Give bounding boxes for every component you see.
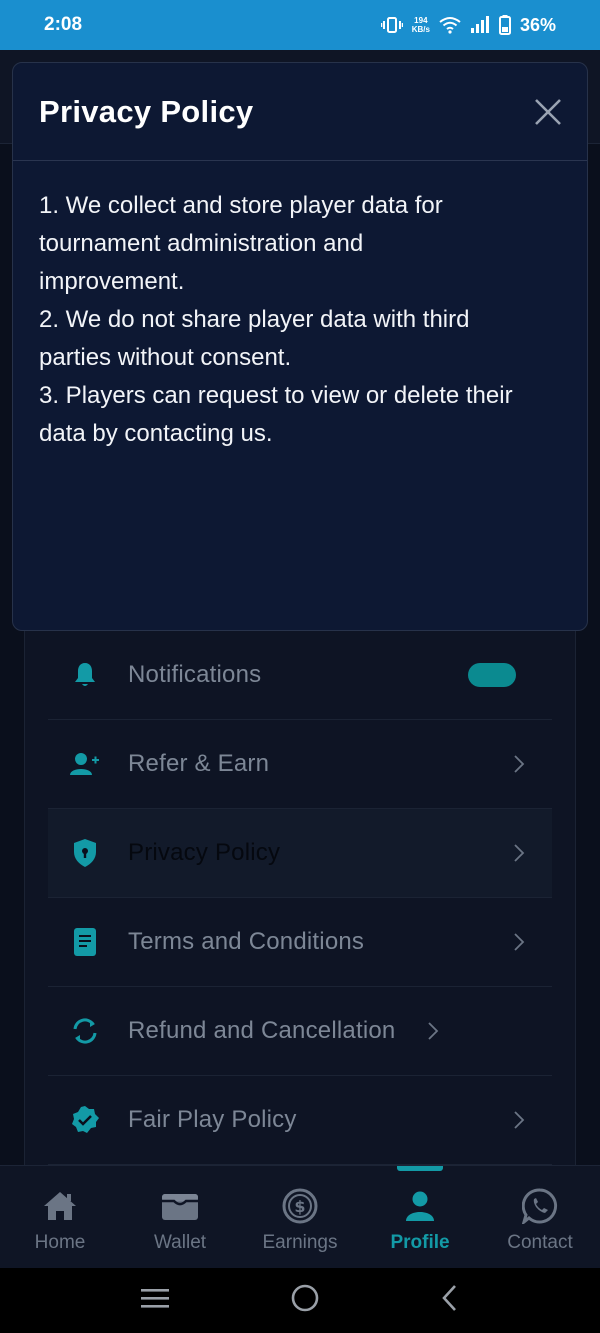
- nav-home[interactable]: Home: [0, 1166, 120, 1268]
- document-icon: [70, 927, 100, 957]
- settings-item-label: Terms and Conditions: [128, 928, 365, 955]
- settings-item-refer-earn[interactable]: Refer & Earn: [48, 720, 552, 809]
- policy-text-line: tournament administration and: [39, 230, 364, 257]
- close-icon: [535, 99, 561, 125]
- battery-percent: 36%: [519, 14, 556, 35]
- nav-label: Earnings: [262, 1232, 338, 1253]
- recent-apps-icon[interactable]: [140, 1286, 170, 1315]
- status-time: 2:08: [44, 14, 83, 35]
- active-indicator: [397, 1166, 443, 1171]
- settings-item-label: Notifications: [128, 661, 262, 688]
- bell-icon: [70, 660, 100, 690]
- network-speed: 194 KB/s: [412, 16, 430, 34]
- status-bar: 2:08 194 KB/s 36%: [0, 0, 600, 50]
- policy-text-line: 3. Players can request to view or delete…: [39, 382, 513, 409]
- policy-text-line: improvement.: [39, 268, 185, 295]
- shield-icon: [70, 838, 100, 868]
- status-icons: 194 KB/s 36%: [380, 14, 556, 36]
- nav-contact[interactable]: Contact: [480, 1166, 600, 1268]
- modal-header: Privacy Policy: [13, 63, 587, 161]
- modal-title: Privacy Policy: [39, 93, 254, 129]
- add-user-icon: [70, 749, 100, 779]
- nav-wallet[interactable]: Wallet: [120, 1166, 240, 1268]
- policy-text-line: data by contacting us.: [39, 420, 273, 447]
- home-circle-icon[interactable]: [290, 1283, 320, 1318]
- settings-item-label: Privacy Policy: [128, 839, 281, 866]
- settings-item-notifications[interactable]: Notifications: [48, 631, 552, 720]
- settings-item-terms[interactable]: Terms and Conditions: [48, 898, 552, 987]
- nav-profile[interactable]: Profile: [360, 1166, 480, 1268]
- chevron-right-icon: [512, 843, 526, 863]
- network-speed-value: 194: [414, 16, 428, 25]
- whatsapp-icon: [520, 1186, 560, 1226]
- modal-body: 1. We collect and store player data for …: [13, 161, 587, 453]
- notifications-toggle[interactable]: [468, 663, 516, 687]
- vibrate-icon: [380, 16, 403, 34]
- chevron-right-icon: [426, 1021, 440, 1041]
- home-icon: [40, 1186, 80, 1226]
- user-icon: [400, 1186, 440, 1226]
- wallet-icon: [160, 1186, 200, 1226]
- verified-badge-icon: [70, 1105, 100, 1135]
- policy-text-line: parties without consent.: [39, 344, 292, 371]
- chevron-right-icon: [512, 1110, 526, 1130]
- dollar-coin-icon: $: [280, 1186, 320, 1226]
- chevron-right-icon: [512, 754, 526, 774]
- settings-item-refund[interactable]: Refund and Cancellation: [48, 987, 552, 1076]
- nav-earnings[interactable]: $ Earnings: [240, 1166, 360, 1268]
- wifi-icon: [439, 16, 461, 34]
- nav-label: Contact: [507, 1232, 573, 1253]
- nav-label: Home: [34, 1232, 86, 1253]
- battery-icon: [498, 15, 511, 35]
- nav-label: Wallet: [153, 1232, 207, 1253]
- settings-item-label: Fair Play Policy: [128, 1106, 297, 1133]
- network-speed-unit: KB/s: [411, 25, 430, 34]
- signal-icon: [470, 16, 490, 34]
- settings-item-label: Refer & Earn: [128, 750, 270, 777]
- settings-list: Notifications Refer & Earn Privacy Polic…: [48, 631, 552, 1165]
- nav-label: Profile: [390, 1232, 450, 1253]
- settings-item-fair-play[interactable]: Fair Play Policy: [48, 1076, 552, 1165]
- settings-item-label: Refund and Cancellation: [128, 1017, 396, 1044]
- privacy-policy-modal: Privacy Policy 1. We collect and store p…: [12, 62, 588, 631]
- policy-text-line: 1. We collect and store player data for: [39, 192, 443, 219]
- chevron-right-icon: [512, 932, 526, 952]
- close-button[interactable]: [531, 95, 565, 129]
- app-screen: 2:08 194 KB/s 36% Notifications Refer & …: [0, 0, 600, 1333]
- back-icon[interactable]: [440, 1284, 460, 1317]
- svg-text:$: $: [294, 1197, 305, 1216]
- system-nav-bar: [0, 1268, 600, 1333]
- bottom-nav: Home Wallet $ Earnings Profile Contact: [0, 1165, 600, 1268]
- refresh-icon: [70, 1016, 100, 1046]
- policy-text-line: 2. We do not share player data with thir…: [39, 306, 470, 333]
- settings-item-privacy-policy[interactable]: Privacy Policy: [48, 809, 552, 898]
